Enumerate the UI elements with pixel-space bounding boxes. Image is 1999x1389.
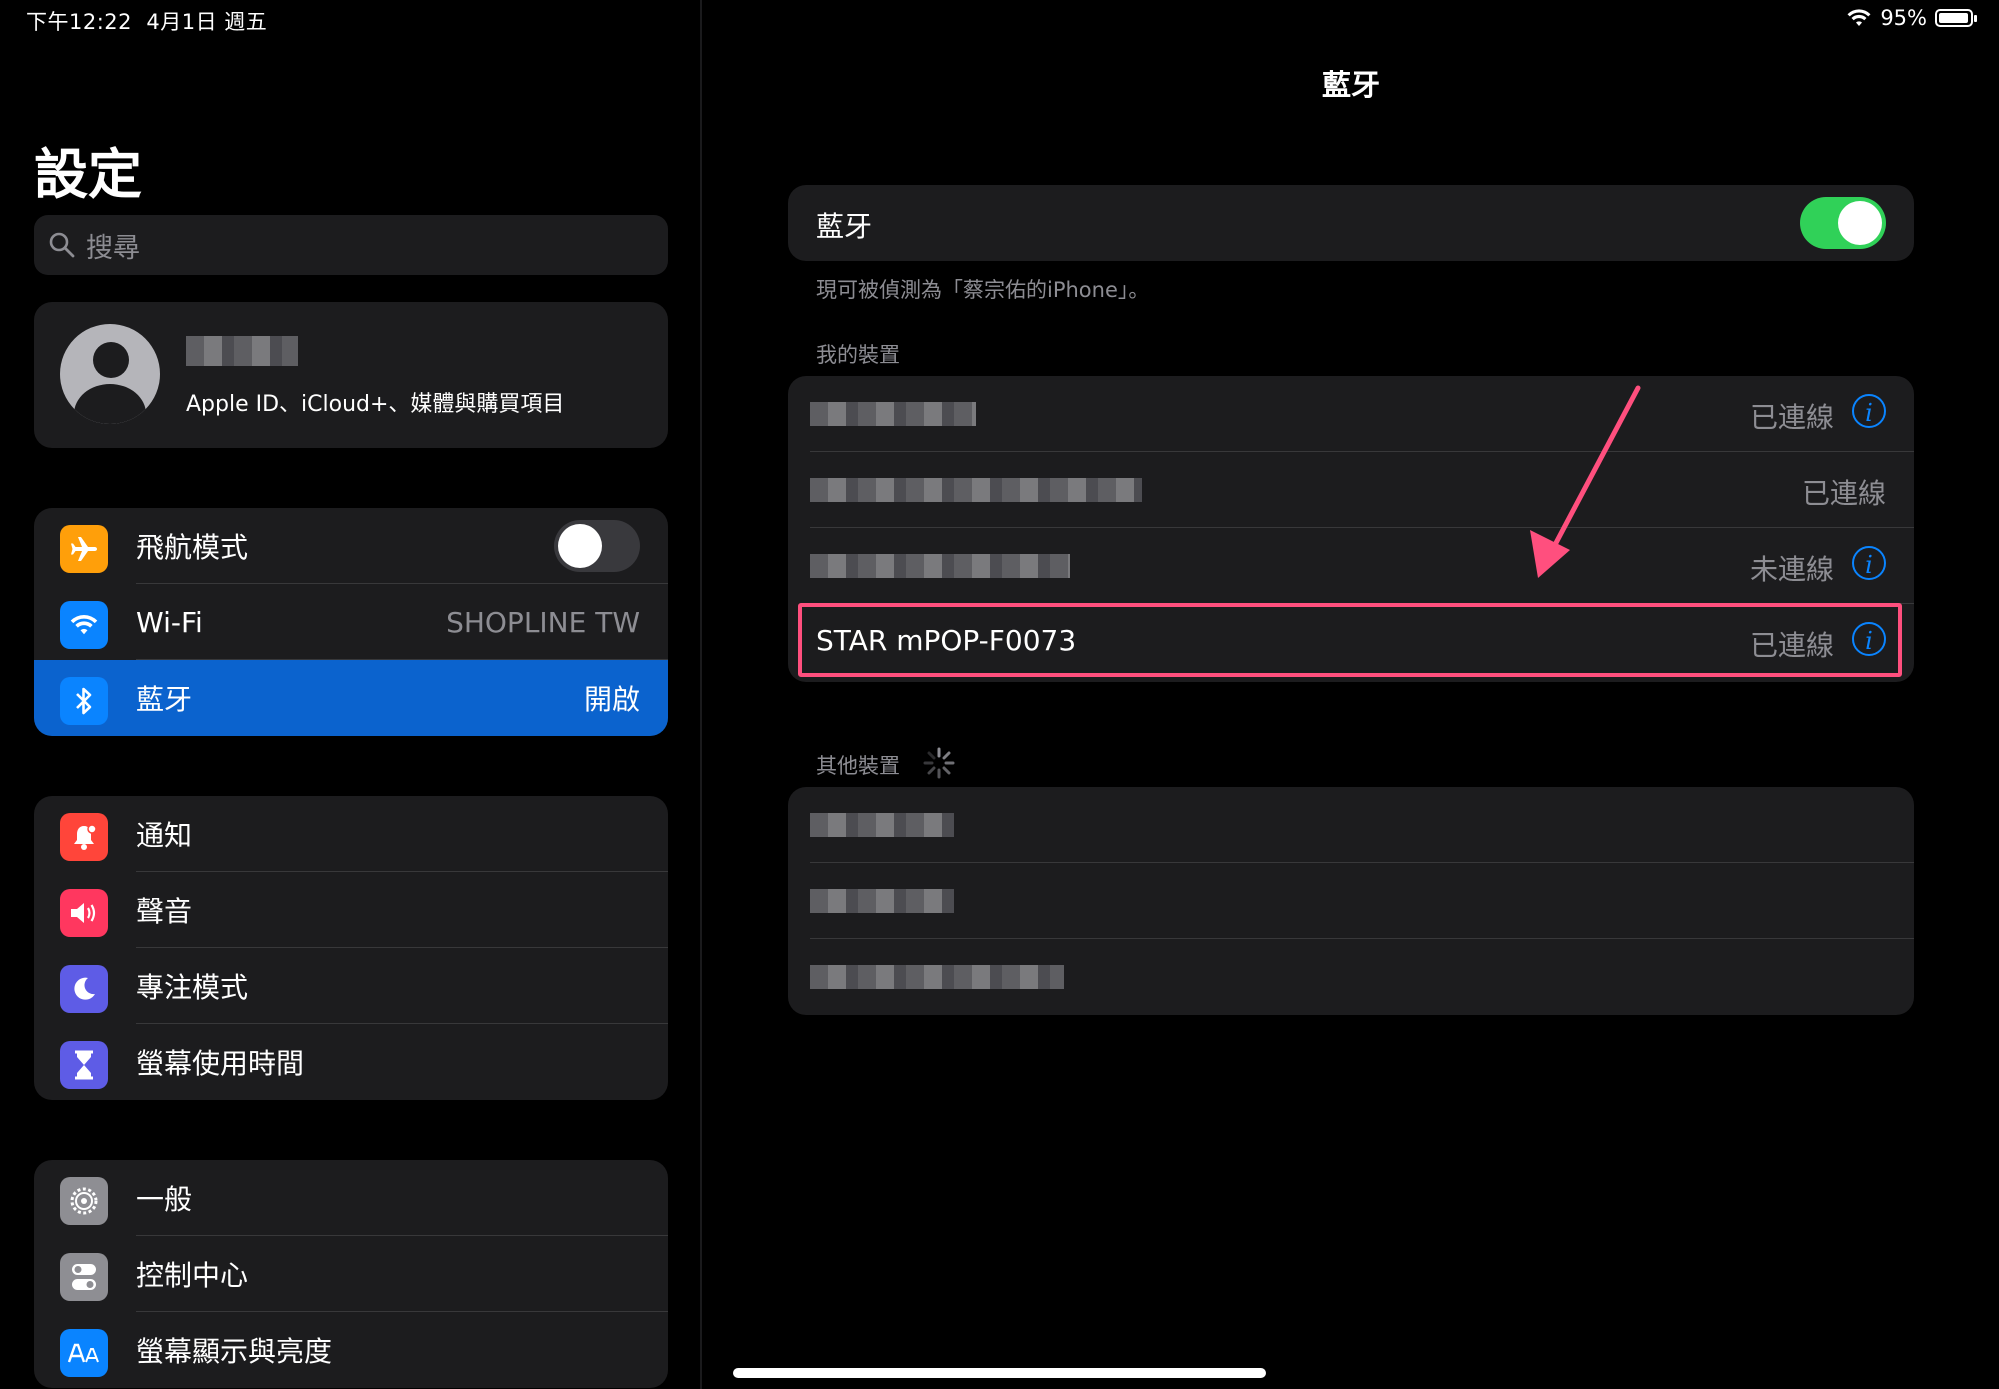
redacted-device-name <box>810 402 976 426</box>
wifi-network-value: SHOPLINE TW <box>446 605 640 639</box>
sidebar-item-label: 聲音 <box>136 895 193 928</box>
other-devices-list <box>788 787 1914 1015</box>
other-devices-header: 其他裝置 <box>816 754 900 778</box>
redacted-device-name <box>810 478 1142 502</box>
avatar <box>60 324 160 424</box>
bluetooth-label: 藍牙 <box>816 210 873 243</box>
settings-group-connectivity: 飛航模式 Wi-Fi SHOPLINE TW 藍牙 開啟 <box>34 508 668 736</box>
aa-icon <box>60 1329 108 1377</box>
sidebar-item-display-brightness[interactable]: 螢幕顯示與亮度 <box>34 1312 668 1388</box>
sidebar-item-control-center[interactable]: 控制中心 <box>34 1236 668 1312</box>
my-devices-header: 我的裝置 <box>816 343 900 367</box>
device-row[interactable] <box>788 787 1914 863</box>
status-time: 下午12:22 4月1日 週五 <box>26 6 267 36</box>
avatar-head <box>93 342 129 378</box>
status-time-text: 下午12:22 <box>26 10 133 34</box>
detail-title: 藍牙 <box>1322 68 1381 102</box>
sidebar-item-wifi[interactable]: Wi-Fi SHOPLINE TW <box>34 584 668 660</box>
profile-subtitle: Apple ID、iCloud+、媒體與購買項目 <box>186 392 565 417</box>
bluetooth-state-value: 開啟 <box>583 683 640 716</box>
device-status: 未連線 <box>1749 553 1834 586</box>
device-row[interactable] <box>788 939 1914 1015</box>
battery-percent: 95% <box>1880 6 1927 30</box>
status-date-text: 4月1日 週五 <box>146 10 268 34</box>
sidebar-item-label: 螢幕顯示與亮度 <box>136 1335 333 1368</box>
sidebar-title: 設定 <box>34 143 142 206</box>
redacted-device-name <box>810 813 954 837</box>
sidebar-item-general[interactable]: 一般 <box>34 1160 668 1236</box>
bluetooth-toggle[interactable] <box>1800 197 1886 249</box>
sidebar-item-label: 飛航模式 <box>136 531 249 564</box>
split-divider <box>700 0 702 1389</box>
search-placeholder: 搜尋 <box>86 232 140 264</box>
sidebar-item-notifications[interactable]: 通知 <box>34 796 668 872</box>
redacted-device-name <box>810 889 954 913</box>
sidebar-item-label: 通知 <box>136 819 193 852</box>
airplane-mode-toggle[interactable] <box>554 520 640 572</box>
settings-group-notifications: 通知 聲音 專注模式 螢幕使用時間 <box>34 796 668 1100</box>
bell-icon <box>60 813 108 861</box>
battery-fill <box>1939 13 1968 23</box>
sidebar-item-airplane-mode[interactable]: 飛航模式 <box>34 508 668 584</box>
avatar-body <box>74 384 146 424</box>
sidebar-item-label: 控制中心 <box>136 1259 249 1292</box>
sidebar-item-sounds[interactable]: 聲音 <box>34 872 668 948</box>
toggle-knob <box>558 524 602 568</box>
bluetooth-toggle-row: 藍牙 <box>788 185 1914 261</box>
info-icon[interactable]: i <box>1852 546 1886 580</box>
redacted-name <box>186 336 298 366</box>
device-status: 已連線 <box>1749 401 1834 434</box>
device-row[interactable]: 未連線 i <box>788 528 1914 604</box>
sidebar-item-label: 專注模式 <box>136 971 249 1004</box>
sidebar-item-screen-time[interactable]: 螢幕使用時間 <box>34 1024 668 1100</box>
sidebar-item-label: 一般 <box>136 1183 193 1216</box>
bluetooth-icon <box>60 677 108 725</box>
loading-spinner-icon <box>923 747 955 779</box>
search-icon <box>49 232 75 258</box>
toggles-icon <box>60 1253 108 1301</box>
apple-id-card[interactable]: Apple ID、iCloud+、媒體與購買項目 <box>34 302 668 448</box>
redacted-device-name <box>810 554 1070 578</box>
wifi-status-icon <box>1847 9 1871 26</box>
device-row[interactable] <box>788 863 1914 939</box>
airplane-icon <box>60 525 108 573</box>
wifi-icon <box>60 601 108 649</box>
device-row[interactable]: 已連線 <box>788 452 1914 528</box>
sidebar-item-label: Wi-Fi <box>136 605 203 639</box>
speaker-icon <box>60 889 108 937</box>
toggle-knob <box>1838 201 1882 245</box>
battery-icon <box>1935 9 1977 27</box>
annotation-arrow-icon <box>1530 385 1641 578</box>
status-indicators: 95% <box>1846 6 1977 30</box>
moon-icon <box>60 965 108 1013</box>
info-icon[interactable]: i <box>1852 394 1886 428</box>
sidebar-item-bluetooth[interactable]: 藍牙 開啟 <box>34 660 668 736</box>
search-input[interactable]: 搜尋 <box>34 215 668 275</box>
device-status: 已連線 <box>1801 477 1886 510</box>
sidebar-item-label: 藍牙 <box>136 683 193 716</box>
sidebar-item-label: 螢幕使用時間 <box>136 1047 305 1080</box>
redacted-device-name <box>810 965 1064 989</box>
highlight-box <box>798 603 1902 677</box>
gear-icon <box>60 1177 108 1225</box>
settings-group-general: 一般 控制中心 螢幕顯示與亮度 <box>34 1160 668 1388</box>
discoverable-caption: 現可被偵測為「蔡宗佑的iPhone」。 <box>816 278 1150 302</box>
device-row[interactable]: 已連線 i <box>788 376 1914 452</box>
home-indicator[interactable] <box>733 1368 1266 1378</box>
sidebar-item-focus[interactable]: 專注模式 <box>34 948 668 1024</box>
hourglass-icon <box>60 1041 108 1089</box>
